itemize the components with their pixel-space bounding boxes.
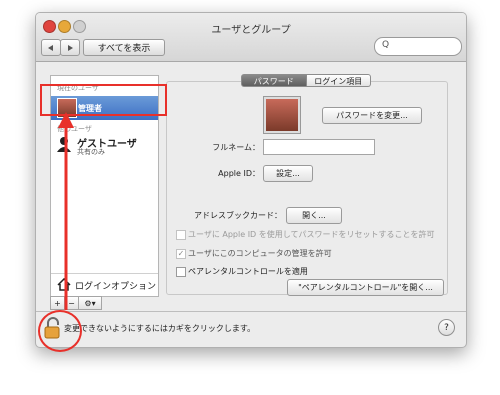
- annotation-highlight-circle: [38, 310, 82, 352]
